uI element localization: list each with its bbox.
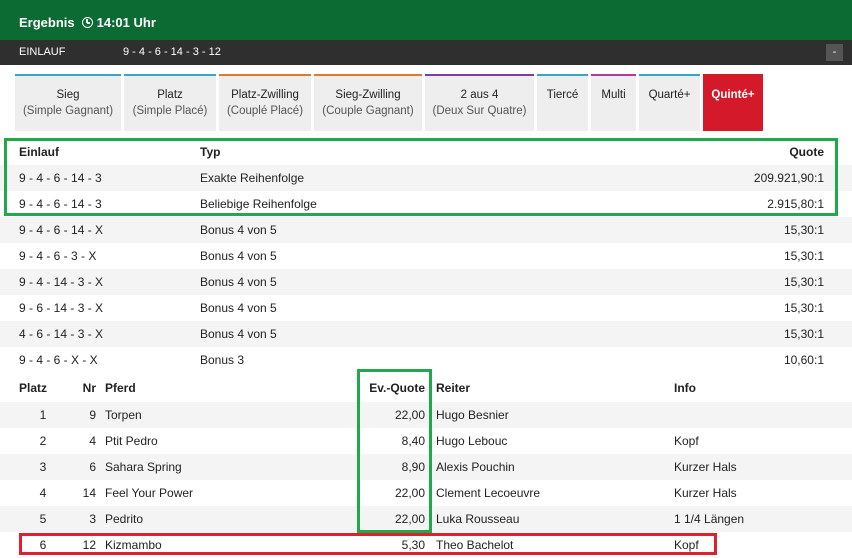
tab-2-aus-4[interactable]: 2 aus 4 (Deux Sur Quatre) [425, 74, 534, 131]
tab-quinte[interactable]: Quinté+ [703, 74, 763, 131]
clock-icon [81, 17, 93, 28]
table-row: 4 14 Feel Your Power 22,00 Clement Lecoe… [39, 486, 737, 500]
result-header: Ergebnis 14:01 Uhr [0, 0, 852, 40]
einlauf-value: 9 - 4 - 6 - 14 - 3 - 12 [123, 46, 221, 58]
einlauf-label: EINLAUF [19, 46, 66, 58]
table-row: 9 - 4 - 6 - 14 - X Bonus 4 von 5 15,30:1 [0, 217, 852, 243]
table-row: 9 - 4 - 14 - 3 - X Bonus 4 von 5 15,30:1 [0, 269, 852, 295]
tab-multi[interactable]: Multi [591, 74, 636, 131]
header-einlauf: Einlauf [19, 145, 60, 159]
table-row: 9 - 4 - 6 - 14 - 3 Exakte Reihenfolge 20… [0, 165, 852, 191]
header-reiter: Reiter [436, 381, 471, 395]
table-row: 1 9 Torpen 22,00 Hugo Besnier [0, 402, 852, 428]
tab-platz[interactable]: Platz (Simple Placé) [124, 74, 216, 131]
tab-sieg-zwilling[interactable]: Sieg-Zwilling (Couple Gagnant) [314, 74, 422, 131]
table-row: 4 - 6 - 14 - 3 - X Bonus 4 von 5 15,30:1 [0, 321, 852, 347]
table-row: 2 4 Ptit Pedro 8,40 Hugo Lebouc Kopf [39, 434, 699, 448]
result-title-text: Ergebnis [19, 15, 75, 30]
table-row: 5 3 Pedrito 22,00 Luka Rousseau 1 1/4 Lä… [0, 506, 852, 532]
table-row: 3 6 Sahara Spring 8,90 Alexis Pouchin Ku… [0, 454, 852, 480]
einlauf-bar: EINLAUF 9 - 4 - 6 - 14 - 3 - 12 - [0, 40, 852, 65]
table-row: 9 - 6 - 14 - 3 - X Bonus 4 von 5 15,30:1 [19, 301, 824, 315]
table-row: 9 - 4 - 6 - X - X Bonus 3 10,60:1 [19, 353, 824, 367]
tab-quarte[interactable]: Quarté+ [639, 74, 700, 131]
header-nr: Nr [82, 381, 96, 395]
header-info: Info [674, 381, 696, 395]
collapse-button[interactable]: - [826, 44, 843, 61]
header-pferd: Pferd [105, 381, 136, 395]
header-platz: Platz [19, 381, 48, 395]
quinte-table-header: Einlauf Typ Quote [0, 139, 852, 165]
table-row: 9 - 4 - 6 - 3 - X Bonus 4 von 5 15,30:1 [19, 249, 824, 263]
header-typ: Typ [200, 145, 221, 159]
tab-tierce[interactable]: Tiercé [537, 74, 588, 131]
result-time: 14:01 Uhr [96, 15, 156, 30]
header-ev-quote: Ev.-Quote [369, 381, 425, 395]
tab-platz-zwilling[interactable]: Platz-Zwilling (Couplé Placé) [219, 74, 311, 131]
table-row: 9 - 4 - 6 - 14 - 3 Beliebige Reihenfolge… [19, 197, 824, 211]
header-quote: Quote [789, 145, 824, 159]
result-title: Ergebnis 14:01 Uhr [19, 15, 156, 30]
results-table-header: Platz Nr Pferd Ev.-Quote Reiter Info [0, 375, 852, 401]
tab-sieg[interactable]: Sieg (Simple Gagnant) [15, 74, 121, 131]
bet-type-tabs: Sieg (Simple Gagnant) Platz (Simple Plac… [15, 74, 763, 131]
table-row: 6 12 Kizmambo 5,30 Theo Bachelot Kopf [39, 538, 699, 552]
